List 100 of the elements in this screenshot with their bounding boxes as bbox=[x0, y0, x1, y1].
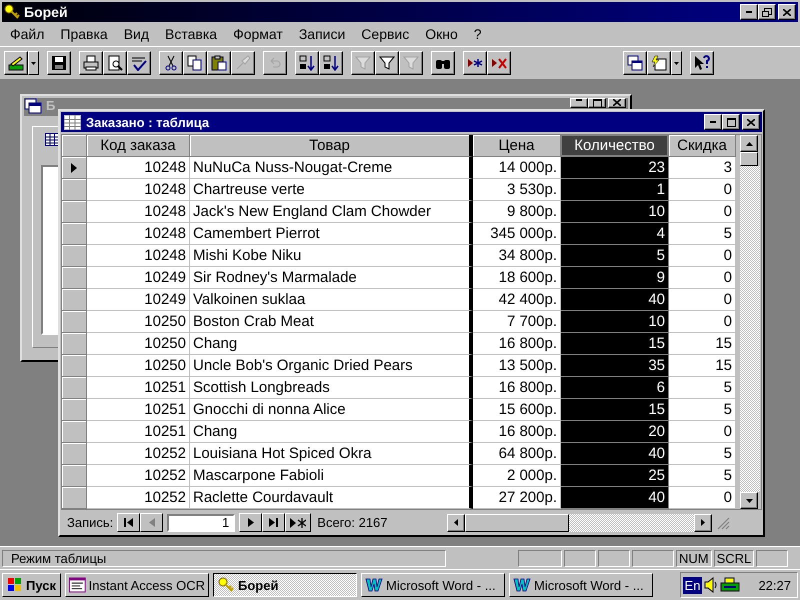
scroll-thumb[interactable] bbox=[740, 152, 758, 166]
key-icon bbox=[217, 577, 235, 593]
toolbar-button[interactable] bbox=[623, 51, 647, 75]
close-button[interactable] bbox=[608, 98, 626, 108]
next-record-button[interactable] bbox=[239, 513, 262, 532]
copy-icon bbox=[187, 55, 203, 71]
windows-icon bbox=[627, 55, 643, 71]
record-number-field[interactable]: 1 bbox=[167, 514, 236, 532]
column-header[interactable]: Товар bbox=[190, 135, 473, 158]
table-cell: 10249 bbox=[87, 267, 190, 290]
status-panel bbox=[598, 550, 630, 566]
language-indicator[interactable]: En bbox=[682, 576, 702, 594]
menu-item[interactable]: Формат bbox=[225, 26, 291, 42]
maximize-button[interactable] bbox=[722, 114, 740, 130]
toolbar-button[interactable] bbox=[463, 51, 487, 75]
record-label: Запись: bbox=[67, 515, 114, 530]
close-button[interactable] bbox=[778, 4, 796, 20]
select-all-button[interactable] bbox=[62, 135, 87, 158]
sort-icon bbox=[299, 55, 315, 71]
table-cell: 1 bbox=[561, 179, 669, 202]
dropdown-button[interactable] bbox=[671, 51, 682, 75]
scroll-thumb[interactable] bbox=[465, 514, 570, 532]
start-button[interactable]: Пуск bbox=[2, 573, 61, 597]
minimize-button[interactable] bbox=[740, 4, 758, 20]
down-arrow-icon bbox=[746, 498, 752, 503]
printer-icon[interactable] bbox=[720, 577, 740, 593]
table-cell: Uncle Bob's Organic Dried Pears bbox=[190, 355, 473, 378]
toolbar-button[interactable] bbox=[295, 51, 319, 75]
table-cell: 10250 bbox=[87, 355, 190, 378]
menu-item[interactable]: Окно bbox=[417, 26, 466, 42]
taskbar-button[interactable]: Microsoft Word - ... bbox=[509, 573, 653, 597]
taskbar-button[interactable]: Instant Access OCR bbox=[65, 573, 209, 597]
toolbar-button[interactable] bbox=[47, 51, 71, 75]
minimize-button[interactable] bbox=[704, 114, 722, 130]
toolbar-button[interactable] bbox=[431, 51, 455, 75]
maximize-button[interactable] bbox=[588, 98, 606, 108]
toolbar-button[interactable] bbox=[183, 51, 207, 75]
toolbar-button[interactable] bbox=[103, 51, 127, 75]
table-cell: 9 bbox=[561, 267, 669, 290]
new-record-button[interactable] bbox=[285, 513, 312, 532]
maximize-icon bbox=[726, 118, 736, 127]
table-cell: 16 800р. bbox=[473, 333, 561, 356]
word-logo-icon bbox=[365, 577, 383, 593]
menu-item[interactable]: ? bbox=[466, 26, 490, 42]
toolbar-button[interactable] bbox=[647, 51, 671, 75]
column-header[interactable]: Скидка bbox=[669, 135, 736, 158]
previous-record-button[interactable] bbox=[140, 513, 164, 532]
speaker-icon[interactable] bbox=[704, 577, 718, 593]
column-header[interactable]: Код заказа bbox=[87, 135, 190, 158]
toolbar-button[interactable] bbox=[319, 51, 343, 75]
table-cell: Boston Crab Meat bbox=[190, 311, 473, 334]
scroll-left-button[interactable] bbox=[447, 514, 466, 532]
scroll-up-button[interactable] bbox=[740, 135, 758, 152]
table-cell: 345 000р. bbox=[473, 223, 561, 246]
table-cell: 10 bbox=[561, 201, 669, 224]
restore-button[interactable] bbox=[758, 4, 776, 20]
windows-icon bbox=[24, 98, 42, 114]
toolbar-button[interactable] bbox=[207, 51, 231, 75]
column-header[interactable]: Количество bbox=[561, 135, 669, 158]
toolbar-button[interactable] bbox=[4, 51, 28, 75]
toolbar-button[interactable] bbox=[79, 51, 103, 75]
table-cell: 10249 bbox=[87, 289, 190, 312]
scroll-right-button[interactable] bbox=[694, 514, 712, 532]
menu-item[interactable]: Сервис bbox=[353, 26, 418, 42]
table-cell: 7 700р. bbox=[473, 311, 561, 334]
table-cell: 3 530р. bbox=[473, 179, 561, 202]
column-header[interactable]: Цена bbox=[473, 135, 561, 158]
first-record-button[interactable] bbox=[117, 513, 140, 532]
taskbar-button[interactable]: Борей bbox=[213, 573, 357, 597]
table-cell: 15 bbox=[561, 399, 669, 422]
row-selector[interactable] bbox=[62, 157, 87, 180]
toolbar-button[interactable] bbox=[159, 51, 183, 75]
menu-item[interactable]: Записи bbox=[290, 26, 354, 42]
minimize-button[interactable] bbox=[570, 98, 588, 108]
last-record-button[interactable] bbox=[262, 513, 286, 532]
horizontal-scrollbar[interactable] bbox=[447, 514, 712, 532]
table-cell: 5 bbox=[669, 377, 736, 400]
menu-item[interactable]: Вставка bbox=[157, 26, 226, 42]
clock: 22:27 bbox=[758, 578, 791, 592]
toolbar-button[interactable] bbox=[487, 51, 511, 75]
toolbar-button[interactable] bbox=[127, 51, 151, 75]
status-indicator: NUM bbox=[676, 550, 712, 566]
table-cell: 14 000р. bbox=[473, 157, 561, 180]
menu-item[interactable]: Файл bbox=[2, 26, 52, 42]
table-cell: 16 800р. bbox=[473, 377, 561, 400]
table-cell: 9 800р. bbox=[473, 201, 561, 224]
table-cell: 18 600р. bbox=[473, 267, 561, 290]
table-cell: 5 bbox=[561, 245, 669, 268]
dropdown-button[interactable] bbox=[28, 51, 39, 75]
toolbar-button[interactable] bbox=[375, 51, 399, 75]
menu-item[interactable]: Правка bbox=[52, 26, 116, 42]
menu-item[interactable]: Вид bbox=[116, 26, 158, 42]
toolbar-button[interactable] bbox=[690, 51, 714, 75]
taskbar-button[interactable]: Microsoft Word - ... bbox=[361, 573, 505, 597]
table-cell: Camembert Pierrot bbox=[190, 223, 473, 246]
resize-grip-icon[interactable] bbox=[716, 516, 730, 530]
close-button[interactable] bbox=[742, 114, 760, 130]
vertical-scrollbar[interactable] bbox=[740, 135, 760, 510]
scroll-down-button[interactable] bbox=[740, 492, 758, 510]
table-cell: 0 bbox=[669, 421, 736, 444]
